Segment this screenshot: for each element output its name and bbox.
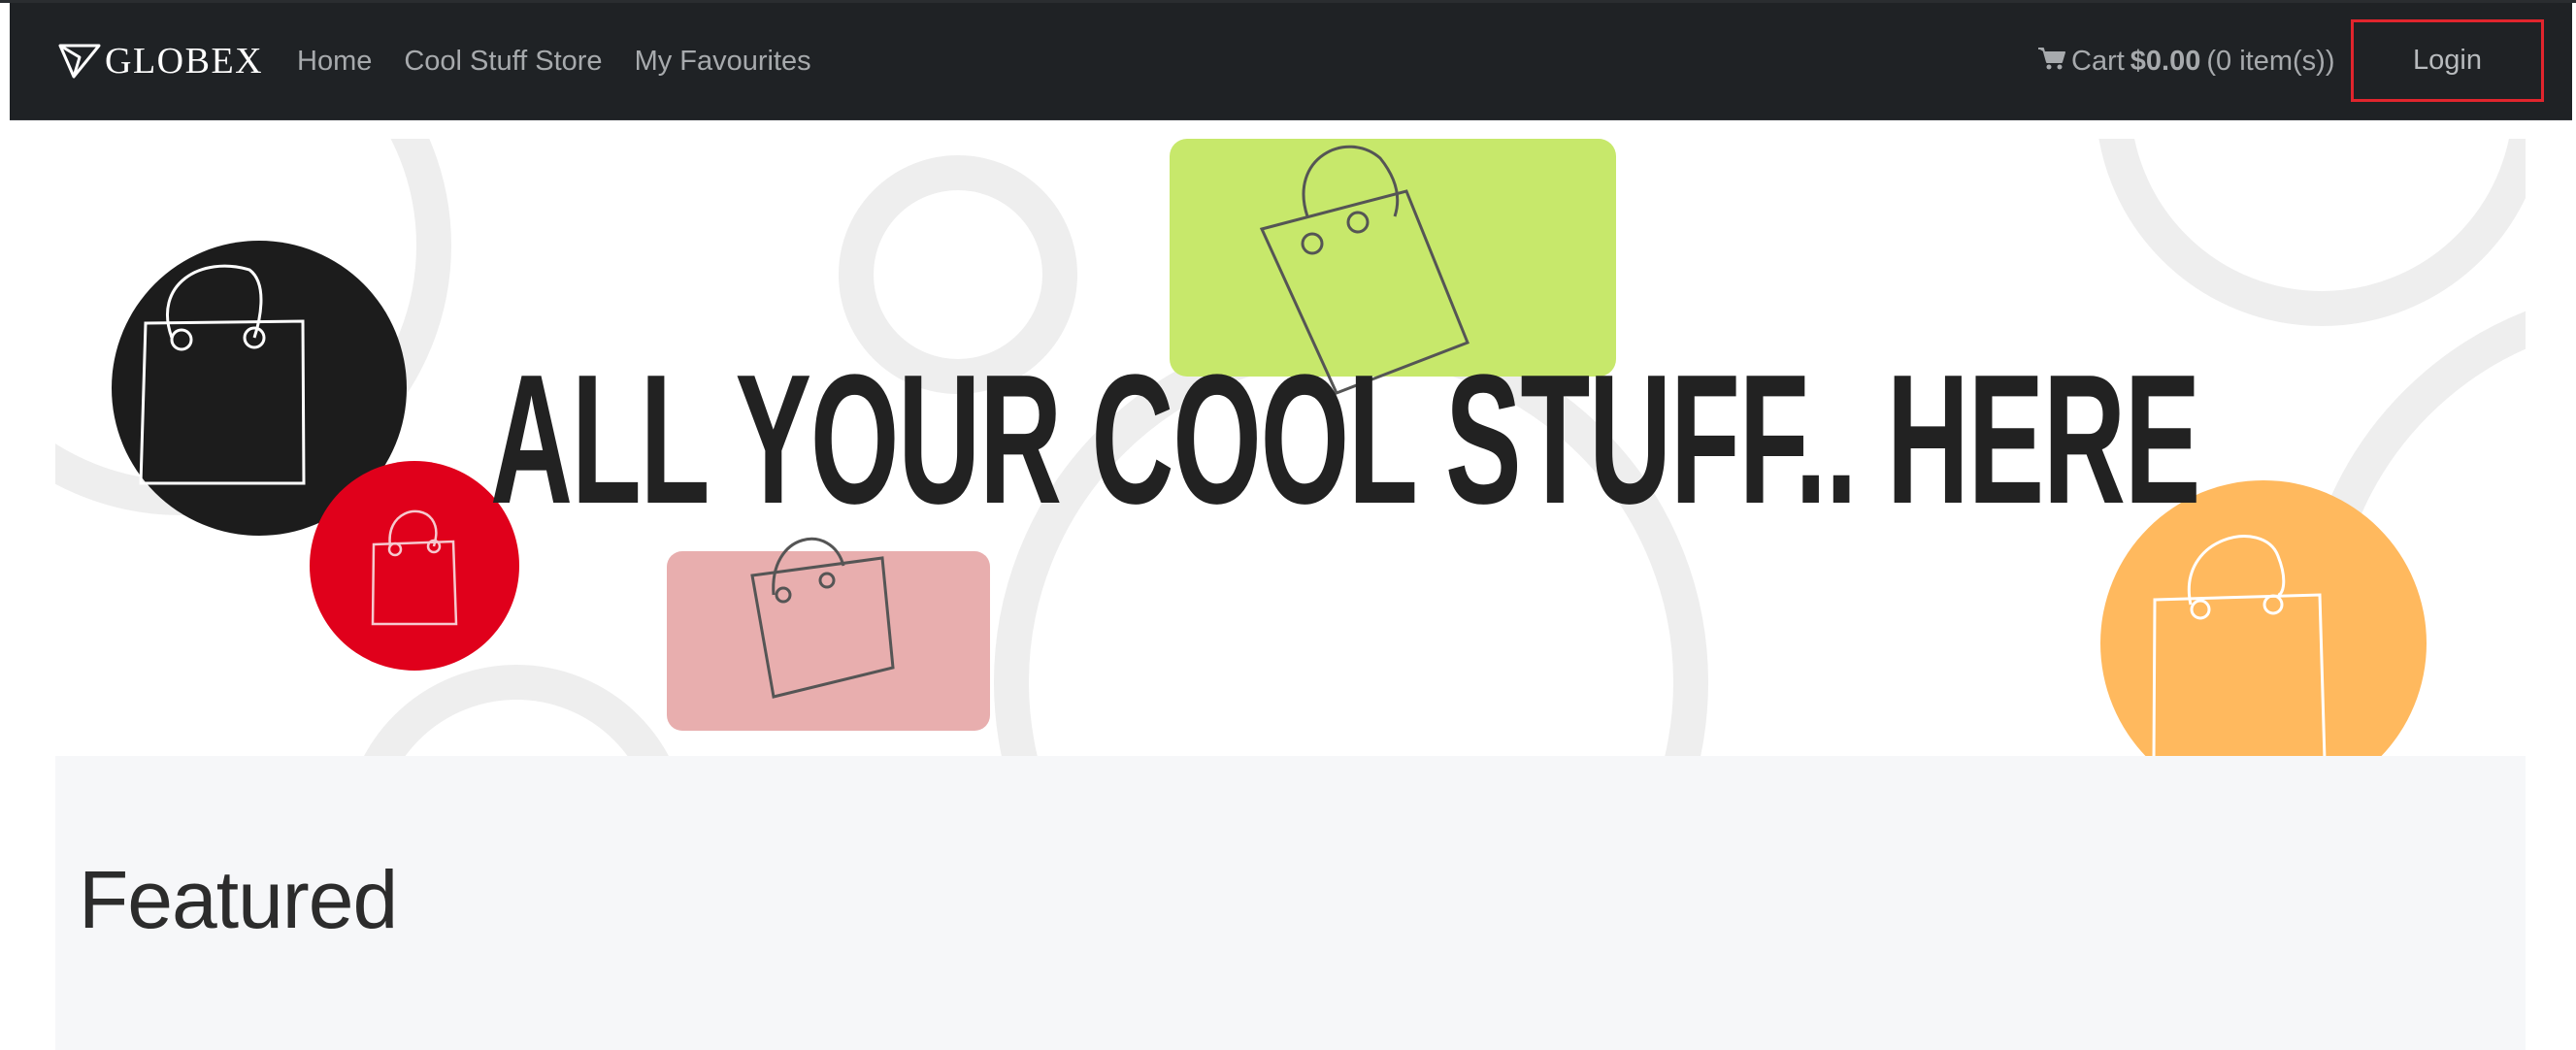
nav-link-my-favourites[interactable]: My Favourites xyxy=(635,46,811,78)
brand-name: GLOBEX xyxy=(105,41,264,82)
main-nav: Home Cool Stuff Store My Favourites xyxy=(297,3,811,119)
brand-logo[interactable]: GLOBEX xyxy=(58,36,263,86)
cart-label: Cart xyxy=(2071,45,2125,77)
hero-headline: ALL YOUR COOL STUFF.. HERE xyxy=(490,337,2200,542)
pink-block xyxy=(667,551,990,731)
red-circle xyxy=(310,461,519,671)
login-button[interactable]: Login xyxy=(2351,19,2544,102)
featured-section: Featured xyxy=(55,756,2526,1050)
top-navbar: GLOBEX Home Cool Stuff Store My Favourit… xyxy=(10,3,2572,120)
cart-item-count: (0 item(s)) xyxy=(2206,45,2335,77)
nav-link-home[interactable]: Home xyxy=(297,46,372,78)
nav-link-cool-stuff-store[interactable]: Cool Stuff Store xyxy=(404,46,602,78)
cart-total: $0.00 xyxy=(2130,45,2201,77)
cart-link[interactable]: Cart $0.00 (0 item(s)) xyxy=(2038,3,2334,119)
background-ring xyxy=(364,665,669,756)
hero-banner: ALL YOUR COOL STUFF.. HERE xyxy=(55,139,2526,756)
shopping-cart-icon xyxy=(2038,46,2065,78)
paper-plane-icon xyxy=(58,40,101,83)
background-ring xyxy=(2098,139,2526,326)
featured-heading: Featured xyxy=(79,854,398,945)
